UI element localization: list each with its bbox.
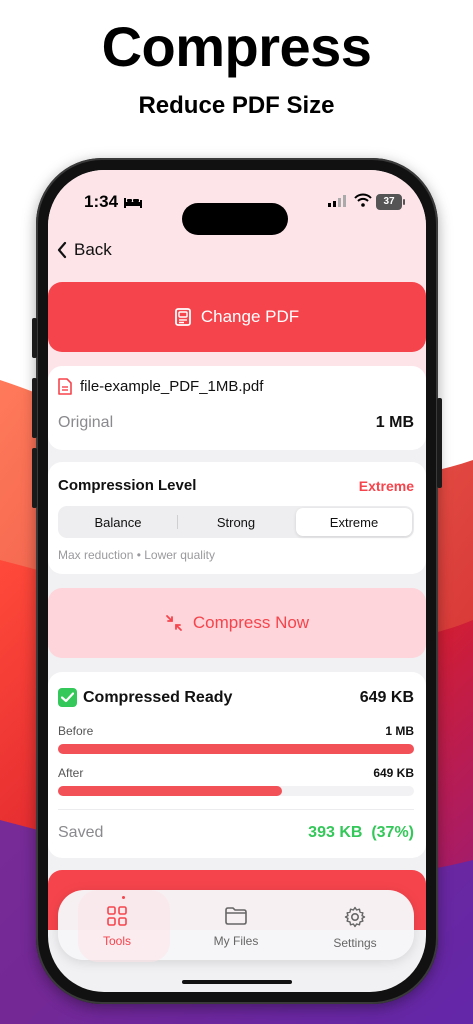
gear-icon — [344, 906, 366, 928]
ready-title: Compressed Ready — [83, 688, 233, 706]
home-indicator — [182, 980, 292, 984]
file-name: file-example_PDF_1MB.pdf — [80, 378, 264, 395]
compression-level-segmented-control: Balance Strong Extreme — [58, 506, 414, 538]
promo-subtitle: Reduce PDF Size — [138, 92, 335, 119]
segment-extreme[interactable]: Extreme — [296, 508, 412, 536]
check-mark-icon — [58, 688, 77, 707]
tab-my-files-label: My Files — [213, 934, 259, 948]
after-bar-fill — [58, 786, 283, 796]
compression-level-card: Compression Level Extreme Balance Strong… — [48, 462, 426, 574]
phone-side-button — [437, 398, 442, 488]
dynamic-island — [182, 203, 288, 235]
file-row: file-example_PDF_1MB.pdf — [58, 378, 263, 395]
app-screen: 1:34 37 Back Change PDF file-example_PDF… — [48, 170, 426, 992]
compression-level-value: Extreme — [358, 478, 414, 494]
phone-side-button — [32, 448, 37, 508]
before-bar-fill — [58, 744, 414, 754]
status-time: 1:34 — [84, 192, 119, 211]
battery-level: 37 — [383, 196, 395, 207]
result-card: Compressed Ready 649 KB Before 1 MB Afte… — [48, 672, 426, 858]
tab-tools[interactable]: Tools — [58, 890, 176, 962]
file-pdf-icon — [58, 378, 72, 395]
compress-now-label: Compress Now — [192, 613, 310, 632]
original-size: 1 MB — [375, 414, 414, 431]
pdf-doc-icon — [174, 308, 191, 326]
file-info-card: file-example_PDF_1MB.pdf Original 1 MB — [48, 366, 426, 450]
compress-arrows-icon — [165, 615, 182, 631]
original-label: Original — [58, 414, 114, 431]
ready-size: 649 KB — [359, 689, 414, 706]
phone-frame: 1:34 37 Back Change PDF file-example_PDF… — [32, 158, 442, 1004]
phone-side-button — [32, 318, 37, 358]
compression-level-title: Compression Level — [58, 477, 197, 494]
result-divider — [58, 809, 414, 810]
tab-my-files[interactable]: My Files — [177, 890, 295, 960]
change-pdf-label: Change PDF — [200, 307, 300, 326]
cellular-signal-icon — [328, 195, 346, 207]
segment-strong[interactable]: Strong — [178, 508, 294, 536]
grid-icon — [107, 906, 127, 926]
before-value: 1 MB — [385, 724, 414, 738]
active-tab-dot — [122, 896, 125, 899]
before-label: Before — [58, 724, 94, 738]
back-button[interactable]: Back — [56, 236, 112, 264]
compression-hint: Max reduction • Lower quality — [58, 548, 215, 562]
saved-label: Saved — [58, 824, 104, 841]
after-label: After — [58, 766, 84, 780]
tab-settings[interactable]: Settings — [296, 890, 414, 960]
phone-side-button — [32, 378, 37, 438]
tab-tools-label: Tools — [102, 934, 131, 948]
promo-title: Compress — [101, 15, 372, 78]
tab-settings-label: Settings — [333, 936, 377, 950]
change-pdf-button[interactable]: Change PDF — [48, 282, 426, 352]
wifi-icon — [354, 193, 372, 207]
compress-now-button[interactable]: Compress Now — [48, 588, 426, 658]
after-value: 649 KB — [373, 766, 414, 780]
folder-icon — [225, 907, 247, 925]
saved-value: 393 KB (37%) — [308, 824, 414, 841]
after-bar — [58, 786, 414, 796]
before-bar — [58, 744, 414, 754]
chevron-left-icon — [57, 241, 67, 259]
status-bar: 1:34 37 — [48, 192, 426, 235]
segment-balance[interactable]: Balance — [60, 508, 176, 536]
battery-icon: 37 — [376, 194, 405, 210]
back-label: Back — [74, 240, 112, 259]
sleep-bed-icon — [124, 198, 142, 208]
ready-row: Compressed Ready — [58, 688, 232, 707]
tab-bar: Tools My Files Settings — [58, 890, 414, 962]
